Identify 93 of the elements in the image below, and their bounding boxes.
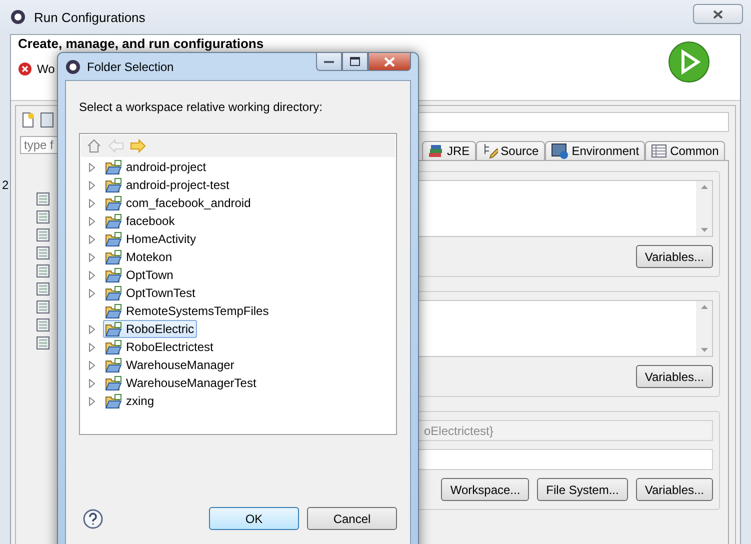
launch-config-icon [36, 282, 50, 296]
expand-arrow-icon[interactable] [89, 234, 95, 244]
expand-arrow-icon[interactable] [89, 216, 95, 226]
name-field[interactable] [418, 112, 729, 132]
folder-item[interactable]: android-project-test [103, 176, 232, 194]
expand-arrow-icon[interactable] [89, 252, 95, 262]
folder-item[interactable]: RemoteSystemsTempFiles [103, 302, 272, 320]
project-folder-icon [105, 250, 122, 264]
new-document-icon[interactable] [20, 112, 36, 128]
folder-item[interactable]: RoboElectrictest [103, 338, 216, 356]
project-folder-icon [105, 178, 122, 192]
folder-item[interactable]: WarehouseManagerTest [103, 374, 260, 392]
folder-item[interactable]: com_facebook_android [103, 194, 254, 212]
folder-item[interactable]: OptTown [103, 266, 176, 284]
project-folder-icon [105, 286, 122, 300]
expand-arrow-icon[interactable] [89, 162, 95, 172]
maximize-icon [350, 57, 360, 66]
scroll-up-icon[interactable] [700, 185, 708, 189]
project-folder-icon [105, 268, 122, 282]
home-icon[interactable] [86, 138, 102, 154]
project-folder-icon [105, 358, 122, 372]
browse-button[interactable]: Workspace... [441, 478, 530, 501]
dialog-button[interactable]: OK [209, 507, 299, 530]
folder-item[interactable]: zxing [103, 392, 158, 410]
config-tab[interactable]: Common [645, 141, 725, 160]
launch-config-icon [36, 228, 50, 242]
minimize-icon [324, 60, 334, 64]
project-folder-icon [105, 304, 122, 318]
scroll-down-icon[interactable] [700, 228, 708, 232]
config-tab[interactable]: Environment [544, 141, 646, 160]
close-button[interactable] [693, 4, 743, 24]
maximize-button[interactable] [342, 53, 368, 71]
launch-config-icon [36, 264, 50, 278]
dialog-button[interactable]: Cancel [307, 507, 397, 530]
expand-arrow-icon[interactable] [89, 342, 95, 352]
project-folder-icon [105, 214, 122, 228]
close-icon [713, 10, 723, 18]
tree-pencil-icon [482, 143, 498, 159]
help-icon[interactable] [83, 508, 103, 528]
scroll-down-icon[interactable] [700, 348, 708, 352]
dialog-title: Folder Selection [87, 60, 175, 74]
scroll-up-icon[interactable] [700, 305, 708, 309]
launch-config-icon [36, 246, 50, 260]
error-message: Wo [37, 62, 55, 76]
folder-item[interactable]: android-project [103, 158, 210, 176]
folder-item[interactable]: WarehouseManager [103, 356, 238, 374]
scrollbar[interactable] [696, 181, 712, 236]
minimize-button[interactable] [316, 53, 342, 71]
expand-arrow-icon[interactable] [89, 324, 95, 334]
project-folder-icon [105, 394, 122, 408]
browse-button[interactable]: Variables... [636, 478, 713, 501]
project-folder-icon [105, 160, 122, 174]
window-icon [550, 143, 569, 159]
project-folder-icon [105, 340, 122, 354]
browse-button[interactable]: File System... [537, 478, 628, 501]
expand-arrow-icon[interactable] [89, 270, 95, 280]
scrollbar[interactable] [696, 301, 712, 356]
folder-item[interactable]: Motekon [103, 248, 176, 266]
expand-arrow-icon[interactable] [89, 378, 95, 388]
config-tab[interactable]: JRE [422, 141, 476, 160]
expand-arrow-icon[interactable] [89, 360, 95, 370]
header-title: Create, manage, and run configurations [18, 36, 264, 51]
config-tab[interactable]: Source [476, 141, 545, 160]
launch-config-icon [36, 210, 50, 224]
table-icon [651, 144, 668, 158]
launch-config-icon [36, 192, 50, 206]
run-icon [668, 41, 710, 83]
folder-item[interactable]: OptTownTest [103, 284, 198, 302]
forward-arrow-icon[interactable] [130, 139, 146, 153]
launch-config-icon [36, 336, 50, 350]
expand-arrow-icon[interactable] [89, 198, 95, 208]
launch-config-icon [36, 318, 50, 332]
launch-config-icon [36, 300, 50, 314]
close-icon [384, 56, 395, 66]
project-folder-icon [105, 322, 122, 336]
folder-item[interactable]: RoboElectric [103, 320, 198, 338]
close-button[interactable] [368, 53, 411, 71]
window-title: Run Configurations [34, 10, 146, 24]
duplicate-icon[interactable] [40, 112, 54, 128]
expand-arrow-icon[interactable] [89, 288, 95, 298]
edge-text: 2 [2, 178, 9, 192]
expand-arrow-icon[interactable] [89, 180, 95, 190]
expand-arrow-icon[interactable] [89, 396, 95, 406]
error-icon [18, 62, 32, 76]
project-folder-icon [105, 376, 122, 390]
folder-item[interactable]: HomeActivity [103, 230, 200, 248]
project-folder-icon [105, 232, 122, 246]
variables-button[interactable]: Variables... [636, 245, 713, 268]
project-folder-icon [105, 196, 122, 210]
folder-item[interactable]: facebook [103, 212, 178, 230]
prompt-text: Select a workspace relative working directory: [79, 100, 324, 114]
variables-button[interactable]: Variables... [636, 365, 713, 388]
books-icon [428, 144, 444, 158]
